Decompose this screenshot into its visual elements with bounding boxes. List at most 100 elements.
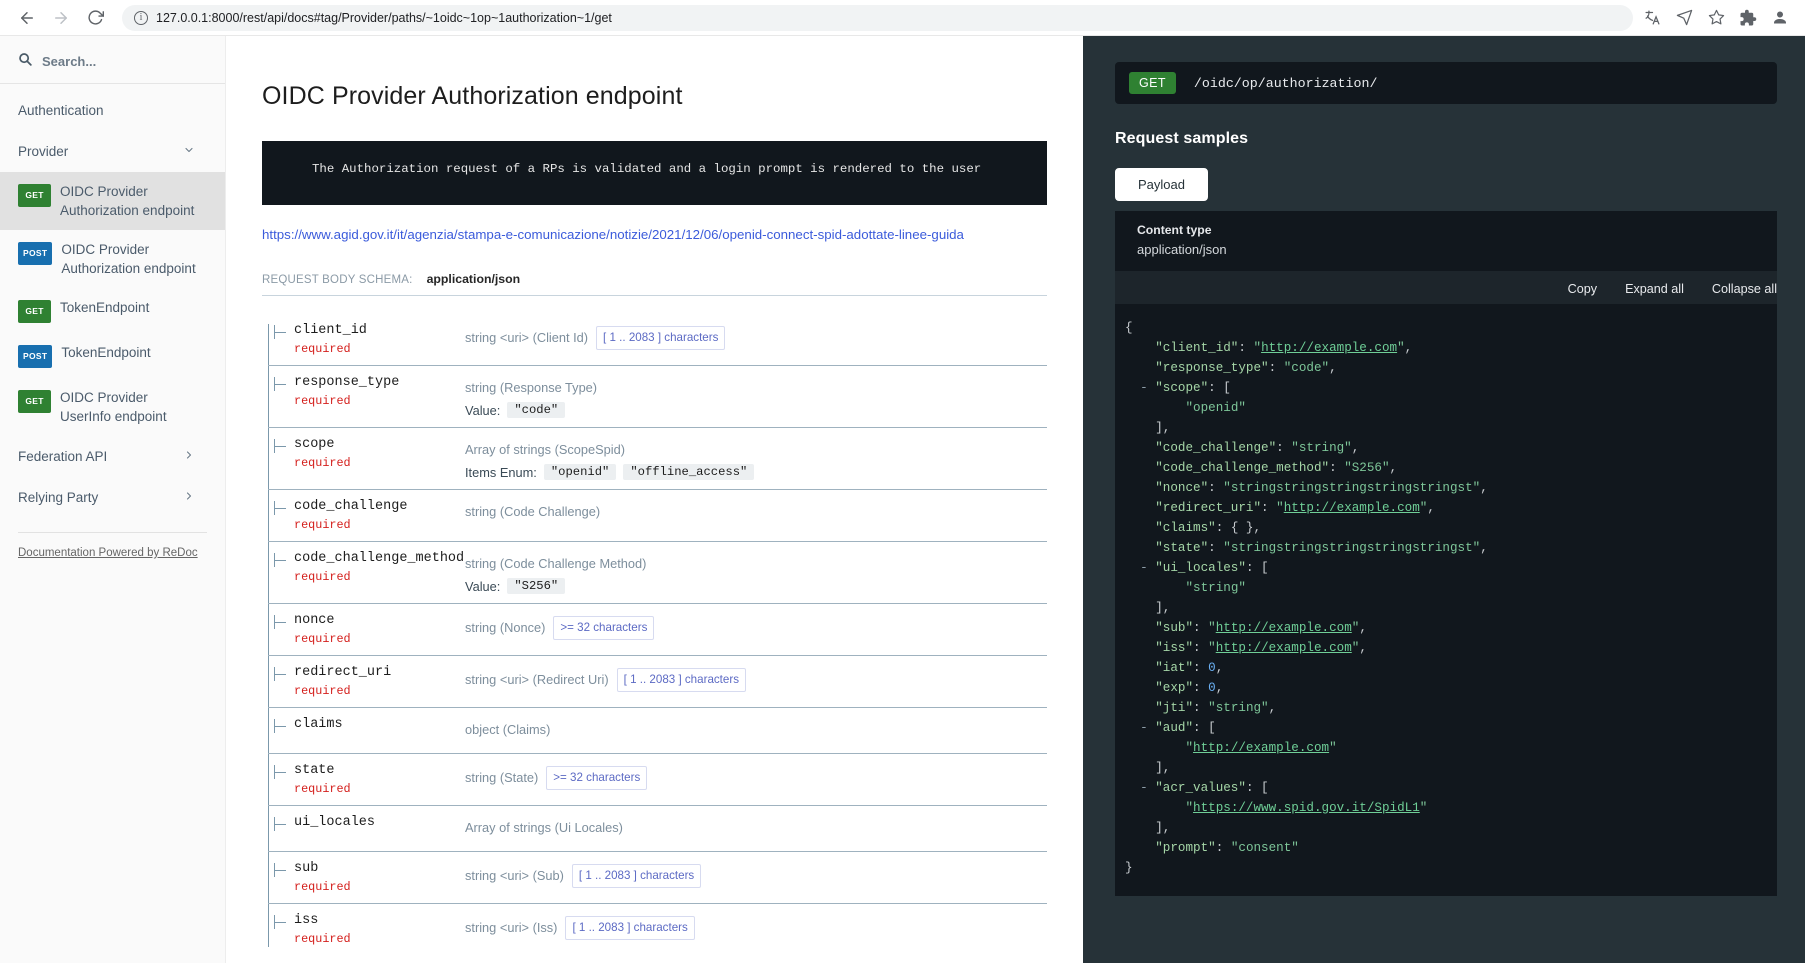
back-arrow-icon[interactable] xyxy=(12,3,42,33)
param-row: claims object (Claims) xyxy=(268,708,1047,754)
chevron-right-icon xyxy=(183,449,195,464)
sidebar-group-federation-api[interactable]: Federation API xyxy=(0,436,225,477)
request-sample-panel: GET /oidc/op/authorization/ Request samp… xyxy=(1083,36,1805,963)
sidebar-item-label: TokenEndpoint xyxy=(60,300,150,315)
profile-avatar-icon[interactable] xyxy=(1771,9,1789,27)
chevron-down-icon xyxy=(183,144,195,159)
expand-all-button[interactable]: Expand all xyxy=(1625,282,1684,296)
param-required: required xyxy=(294,394,351,408)
endpoint-path: /oidc/op/authorization/ xyxy=(1193,75,1378,91)
param-row: sub required string <uri> (Sub) [ 1 .. 2… xyxy=(268,852,1047,904)
sidebar-item-tokenendpoint-get[interactable]: GET TokenEndpoint xyxy=(0,288,225,333)
param-required: required xyxy=(294,518,351,532)
param-name: redirect_uri xyxy=(294,665,392,680)
param-row: response_type required string (Response … xyxy=(268,366,1047,428)
param-name: claims xyxy=(294,717,343,732)
tab-payload[interactable]: Payload xyxy=(1115,168,1208,201)
sidebar-item-label: TokenEndpoint xyxy=(61,345,151,360)
search-icon xyxy=(18,52,32,71)
param-enum-value: "S256" xyxy=(507,578,566,594)
param-type: string (Code Challenge Method) xyxy=(465,556,647,571)
translate-icon[interactable] xyxy=(1643,9,1661,27)
extensions-puzzle-icon[interactable] xyxy=(1739,9,1757,27)
param-type: string <uri> (Sub) xyxy=(465,868,564,883)
collapse-all-button[interactable]: Collapse all xyxy=(1712,282,1777,296)
parameter-list: client_id required string <uri> (Client … xyxy=(262,314,1047,955)
param-row: iss required string <uri> (Iss) [ 1 .. 2… xyxy=(268,904,1047,955)
request-samples-title: Request samples xyxy=(1115,130,1249,147)
search-row[interactable] xyxy=(0,46,225,84)
endpoint-description-block: The Authorization request of a RPs is va… xyxy=(262,141,1047,205)
param-row: code_challenge_method required string (C… xyxy=(268,542,1047,604)
param-name: scope xyxy=(294,437,335,452)
content-type-label: Content type xyxy=(1137,223,1212,237)
address-bar[interactable]: i 127.0.0.1:8000/rest/api/docs#tag/Provi… xyxy=(122,4,1633,31)
param-type: string <uri> (Client Id) xyxy=(465,330,589,345)
param-row: nonce required string (Nonce) >= 32 char… xyxy=(268,604,1047,656)
param-value-label: Value: xyxy=(465,578,501,594)
method-badge-get: GET xyxy=(1129,72,1176,94)
param-required: required xyxy=(294,932,351,946)
bookmark-star-icon[interactable] xyxy=(1707,9,1725,27)
sidebar-item-oidc-provider-authorization-post[interactable]: POST OIDC Provider Authorization endpoin… xyxy=(0,230,225,288)
sidebar-group-label: Relying Party xyxy=(18,490,99,505)
content-type-value[interactable]: application/json xyxy=(1137,242,1755,257)
param-enum-value: "offline_access" xyxy=(623,464,755,480)
param-required: required xyxy=(294,342,351,356)
copy-button[interactable]: Copy xyxy=(1568,282,1597,296)
site-info-icon[interactable]: i xyxy=(134,10,148,25)
reload-icon[interactable] xyxy=(80,3,110,33)
method-badge-get: GET xyxy=(18,390,51,413)
param-name: response_type xyxy=(294,375,400,390)
param-constraint-chip: [ 1 .. 2083 ] characters xyxy=(565,916,695,940)
sidebar-item-label: OIDC Provider Authorization endpoint xyxy=(60,184,195,218)
toolbar-icons xyxy=(1643,9,1793,27)
param-row: redirect_uri required string <uri> (Redi… xyxy=(268,656,1047,708)
page-title: OIDC Provider Authorization endpoint xyxy=(262,82,683,110)
endpoint-bar: GET /oidc/op/authorization/ xyxy=(1115,62,1777,104)
sidebar-item-oidc-provider-userinfo-get[interactable]: GET OIDC Provider UserInfo endpoint xyxy=(0,378,225,436)
param-required: required xyxy=(294,632,351,646)
param-required: required xyxy=(294,570,351,584)
param-name: code_challenge_method xyxy=(294,551,465,566)
request-body-schema-row: REQUEST BODY SCHEMA: application/json xyxy=(262,272,1047,296)
sidebar-item-label: OIDC Provider Authorization endpoint xyxy=(61,242,196,276)
param-row: client_id required string <uri> (Client … xyxy=(268,314,1047,366)
method-badge-get: GET xyxy=(18,184,51,207)
sidebar-item-tokenendpoint-post[interactable]: POST TokenEndpoint xyxy=(0,333,225,378)
sidebar-item-oidc-provider-authorization-get[interactable]: GET OIDC Provider Authorization endpoint xyxy=(0,172,225,230)
forward-arrow-icon[interactable] xyxy=(46,3,76,33)
param-value-label: Items Enum: xyxy=(465,464,537,480)
code-actions: Copy Expand all Collapse all xyxy=(1115,271,1777,304)
redoc-powered-link[interactable]: Documentation Powered by ReDoc xyxy=(0,533,225,559)
reference-link[interactable]: https://www.agid.gov.it/it/agenzia/stamp… xyxy=(262,227,1047,242)
param-type: string (Code Challenge) xyxy=(465,504,601,519)
param-type: string (Response Type) xyxy=(465,380,598,395)
sidebar-item-label: OIDC Provider UserInfo endpoint xyxy=(60,390,167,424)
param-row: scope required Array of strings (ScopeSp… xyxy=(268,428,1047,490)
param-name: state xyxy=(294,763,335,778)
sidebar-group-authentication[interactable]: Authentication xyxy=(0,90,225,131)
param-name: sub xyxy=(294,861,319,876)
sidebar-group-relying-party[interactable]: Relying Party xyxy=(0,477,225,518)
param-name: nonce xyxy=(294,613,335,628)
param-type: string <uri> (Iss) xyxy=(465,920,558,935)
sample-box: Content type application/json Copy Expan… xyxy=(1115,211,1777,896)
param-type: Array of strings (ScopeSpid) xyxy=(465,442,626,457)
sidebar-group-label: Authentication xyxy=(18,103,104,118)
param-name: code_challenge xyxy=(294,499,408,514)
param-type: Array of strings (Ui Locales) xyxy=(465,820,623,835)
search-input[interactable] xyxy=(42,54,182,69)
sidebar-group-label: Federation API xyxy=(18,449,108,464)
send-icon[interactable] xyxy=(1675,9,1693,27)
param-constraint-chip: [ 1 .. 2083 ] characters xyxy=(571,864,702,888)
sidebar: Authentication Provider GET OIDC Provide… xyxy=(0,36,226,963)
param-name: iss xyxy=(294,913,319,928)
param-type: string (State) xyxy=(465,770,539,785)
sidebar-group-provider[interactable]: Provider xyxy=(0,131,225,172)
param-constraint-chip: [ 1 .. 2083 ] characters xyxy=(616,668,747,692)
param-required: required xyxy=(294,684,351,698)
param-constraint-chip: [ 1 .. 2083 ] characters xyxy=(596,326,726,350)
param-type: object (Claims) xyxy=(465,722,551,737)
param-name: client_id xyxy=(294,323,367,338)
